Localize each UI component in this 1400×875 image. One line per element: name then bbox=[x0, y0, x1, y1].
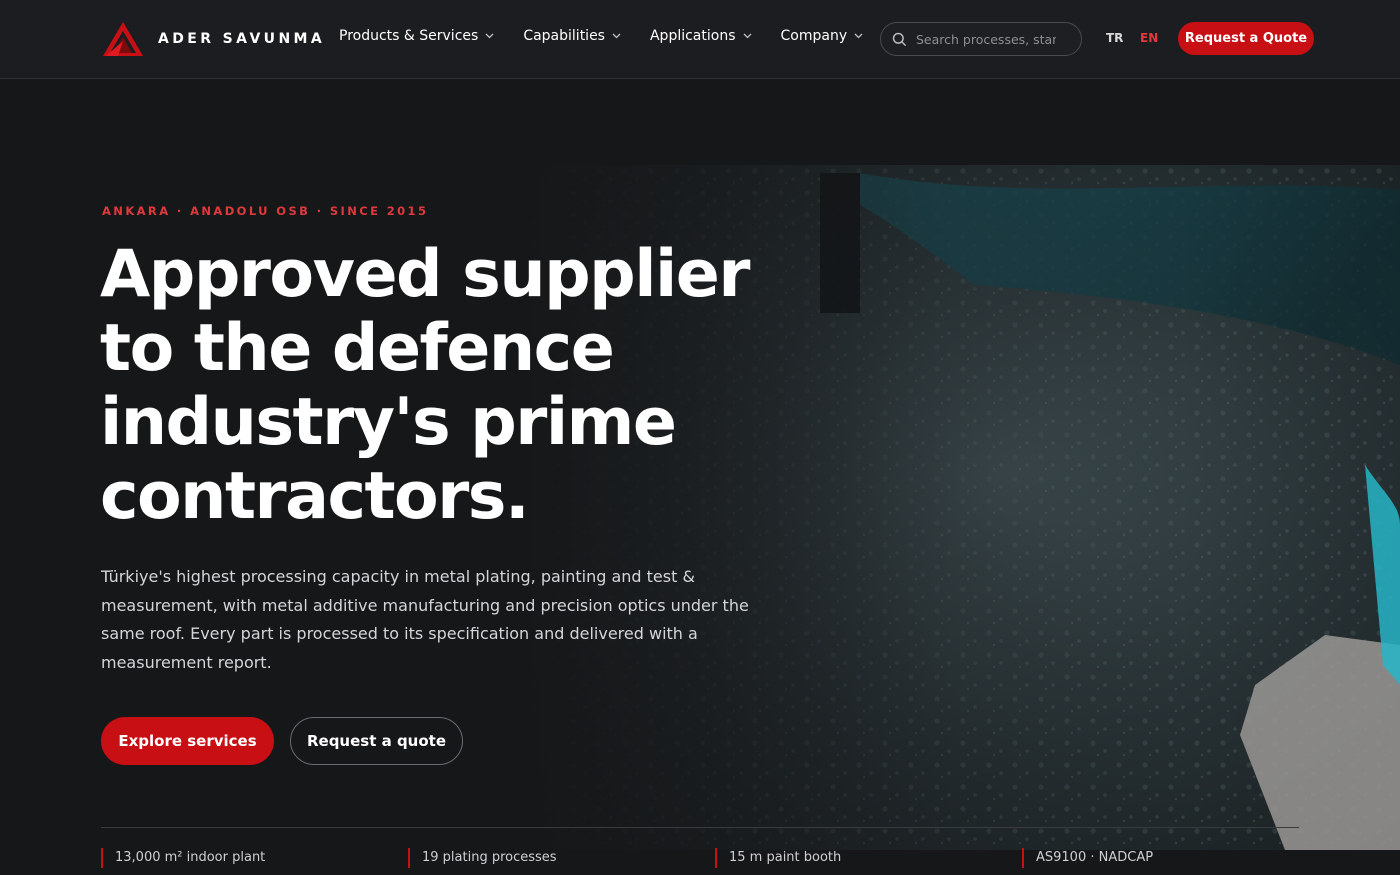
site-header: ADER SAVUNMA Products & Services Capabil… bbox=[0, 0, 1400, 79]
chevron-down-icon bbox=[485, 33, 494, 39]
nav-item-label: Applications bbox=[649, 28, 736, 44]
request-quote-header-button[interactable]: Request a Quote bbox=[1178, 22, 1314, 55]
stat-paint-booth: 15 m paint booth bbox=[715, 848, 841, 868]
triangle-logo-icon bbox=[103, 22, 143, 56]
language-en-link[interactable]: EN bbox=[1140, 31, 1158, 45]
main-nav: Products & Services Capabilities Applica… bbox=[339, 28, 892, 44]
search-input[interactable] bbox=[916, 31, 1056, 47]
nav-item-capabilities[interactable]: Capabilities bbox=[523, 28, 621, 44]
nav-item-label: Products & Services bbox=[339, 28, 479, 44]
chevron-down-icon bbox=[743, 33, 751, 39]
nav-item-label: Company bbox=[780, 28, 848, 44]
request-quote-button[interactable]: Request a quote bbox=[290, 717, 463, 765]
stat-certifications: AS9100 · NADCAP bbox=[1022, 848, 1153, 868]
nav-item-applications[interactable]: Applications bbox=[650, 28, 752, 44]
search-icon bbox=[892, 32, 907, 46]
stats-divider bbox=[101, 827, 1299, 828]
stat-plating-processes: 19 plating processes bbox=[408, 848, 557, 868]
nav-item-products-services[interactable]: Products & Services bbox=[339, 28, 494, 44]
chevron-down-icon bbox=[854, 33, 863, 39]
hero-lead-paragraph: Türkiye's highest processing capacity in… bbox=[101, 567, 749, 673]
nav-item-company[interactable]: Company bbox=[781, 28, 864, 44]
explore-services-button[interactable]: Explore services bbox=[101, 717, 274, 765]
hero-eyebrow: ANKARA · ANADOLU OSB · SINCE 2015 bbox=[102, 204, 429, 218]
chevron-down-icon bbox=[612, 33, 621, 39]
hero-headline: Approved supplier to the defence industr… bbox=[100, 237, 750, 534]
stat-plant-size: 13,000 m² indoor plant bbox=[101, 848, 265, 868]
brand-logo-link[interactable]: ADER SAVUNMA bbox=[102, 21, 325, 57]
search-box bbox=[880, 22, 1082, 56]
language-tr-link[interactable]: TR bbox=[1106, 31, 1123, 45]
nav-item-label: Capabilities bbox=[523, 28, 605, 44]
brand-name: ADER SAVUNMA bbox=[158, 31, 326, 47]
